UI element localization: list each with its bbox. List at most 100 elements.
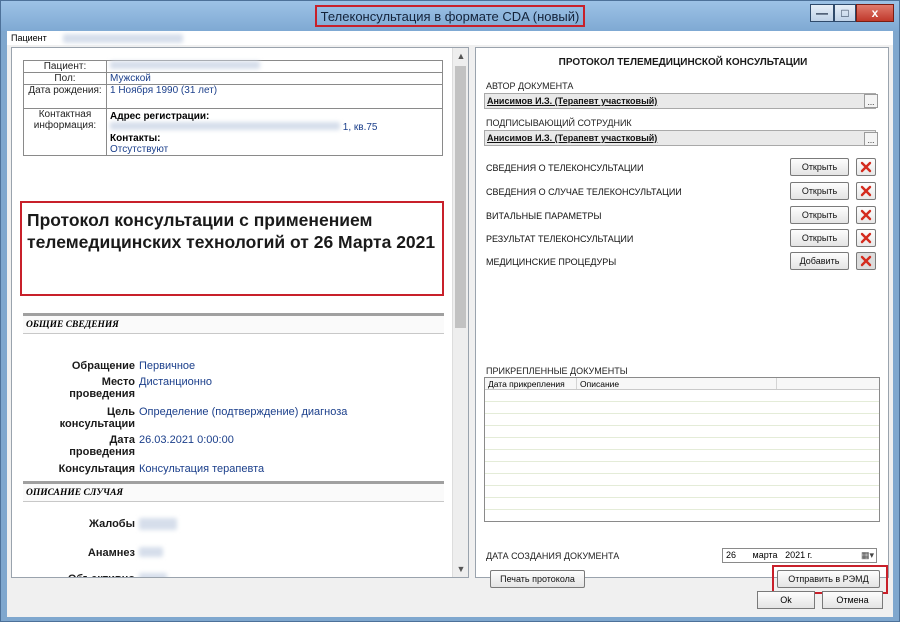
cancel-button[interactable]: Отмена [822, 591, 883, 609]
grid-row[interactable] [485, 450, 879, 462]
row-key: Место проведения [69, 376, 135, 400]
address-redacted [110, 122, 340, 130]
row-value: Первичное [139, 360, 196, 372]
print-protocol-button[interactable]: Печать протокола [490, 570, 585, 588]
patient-strip-label: Пациент [11, 33, 47, 43]
case-section: ОПИСАНИЕ СЛУЧАЯ [23, 481, 444, 502]
author-label: АВТОР ДОКУМЕНТА [486, 81, 574, 91]
row-key: Анамнез [87, 547, 135, 559]
creation-date-label: ДАТА СОЗДАНИЯ ДОКУМЕНТА [486, 551, 620, 561]
date-year[interactable]: 2021 г. [785, 550, 812, 560]
grid-row[interactable] [485, 438, 879, 450]
patient-info-table: Пациент: Пол: Мужской Дата рождения: 1 Н… [23, 60, 443, 156]
document-preview[interactable]: Пациент: Пол: Мужской Дата рождения: 1 Н… [11, 47, 469, 578]
scroll-thumb[interactable] [455, 66, 466, 328]
grid-row[interactable] [485, 498, 879, 510]
info-value: Мужской [106, 72, 443, 85]
document-scrollbar[interactable]: ▲ ▼ [452, 48, 468, 577]
row-key: Дата проведения [69, 434, 135, 458]
contact-row: Контактная информация: Адрес регистрации… [23, 108, 443, 156]
delete-icon[interactable] [856, 206, 876, 224]
info-value [106, 60, 443, 73]
info-key: Пол: [23, 72, 107, 85]
contacts-value: Отсутствуют [110, 144, 169, 155]
calendar-dropdown-icon[interactable]: ▦▾ [861, 550, 874, 561]
open-section-button[interactable]: Открыть [790, 158, 849, 176]
signer-field[interactable]: Анисимов И.З. (Терапевт участковый) [484, 130, 876, 146]
scroll-up-arrow-icon[interactable]: ▲ [453, 48, 468, 64]
info-key: Пациент: [23, 60, 107, 73]
address-value: 1, кв.75 [342, 122, 378, 133]
signer-label: ПОДПИСЫВАЮЩИЙ СОТРУДНИК [486, 118, 632, 128]
grid-row[interactable] [485, 402, 879, 414]
contact-value: Адрес регистрации: 1, кв.75 Контакты: От… [106, 108, 443, 156]
protocol-heading: ПРОТОКОЛ ТЕЛЕМЕДИЦИНСКОЙ КОНСУЛЬТАЦИИ [558, 57, 808, 68]
protocol-panel: ПРОТОКОЛ ТЕЛЕМЕДИЦИНСКОЙ КОНСУЛЬТАЦИИ АВ… [475, 47, 889, 594]
section-label: МЕДИЦИНСКИЕ ПРОЦЕДУРЫ [486, 257, 617, 267]
objective-redacted [139, 573, 167, 577]
author-select-button[interactable]: ... [864, 94, 878, 108]
minimize-button[interactable]: — [810, 4, 834, 22]
delete-icon[interactable] [856, 182, 876, 200]
grid-column-header[interactable]: Дата прикрепления [485, 378, 577, 389]
delete-icon[interactable] [856, 229, 876, 247]
grid-row[interactable] [485, 486, 879, 498]
grid-row[interactable] [485, 426, 879, 438]
close-button[interactable]: x [856, 4, 894, 22]
date-month[interactable]: марта [753, 550, 778, 560]
maximize-button[interactable]: □ [834, 4, 856, 22]
birthdate-row: Дата рождения: 1 Ноября 1990 (31 лет) [23, 84, 443, 109]
row-key: Цель консультации [59, 406, 135, 430]
complaints-redacted [139, 518, 177, 530]
grid-header: Дата прикрепления Описание [485, 378, 879, 390]
add-procedure-button[interactable]: Добавить [790, 252, 849, 270]
grid-column-header[interactable]: Описание [577, 378, 777, 389]
section-label: СВЕДЕНИЯ О ТЕЛЕКОНСУЛЬТАЦИИ [486, 163, 644, 173]
patient-name-redacted [110, 61, 260, 69]
date-day[interactable]: 26 [726, 550, 750, 560]
scroll-down-arrow-icon[interactable]: ▼ [453, 561, 468, 577]
info-key: Контактная информация: [23, 108, 107, 156]
grid-row[interactable] [485, 462, 879, 474]
general-section-title: ОБЩИЕ СВЕДЕНИЯ [23, 313, 444, 334]
row-key: Жалобы [89, 518, 135, 530]
document-title: Протокол консультации с применением теле… [20, 201, 444, 296]
send-to-remd-button[interactable]: Отправить в РЭМД [777, 570, 880, 588]
patient-name-redacted [63, 34, 184, 44]
anamnesis-redacted [139, 547, 163, 557]
document-content: Пациент: Пол: Мужской Дата рождения: 1 Н… [12, 48, 452, 577]
patient-strip: Пациент [7, 31, 893, 45]
patient-row: Пациент: [23, 60, 443, 73]
attached-docs-grid[interactable]: Дата прикрепления Описание [484, 377, 880, 522]
contacts-label: Контакты: [110, 133, 161, 144]
title-bar[interactable]: Телеконсультация в формате CDA (новый) —… [1, 1, 899, 31]
signer-select-button[interactable]: ... [864, 132, 878, 146]
creation-date-picker[interactable]: 26 марта 2021 г. ▦▾ [722, 548, 877, 563]
section-label: СВЕДЕНИЯ О СЛУЧАЕ ТЕЛЕКОНСУЛЬТАЦИИ [486, 187, 682, 197]
open-section-button[interactable]: Открыть [790, 229, 849, 247]
general-section: ОБЩИЕ СВЕДЕНИЯ [23, 313, 444, 334]
row-key: Обращение [71, 360, 135, 372]
section-label: ВИТАЛЬНЫЕ ПАРАМЕТРЫ [486, 211, 602, 221]
row-value: Консультация терапевта [139, 463, 265, 475]
info-key: Дата рождения: [23, 84, 107, 109]
grid-column-header [777, 378, 879, 389]
row-value: Дистанционно [139, 376, 213, 388]
address-label: Адрес регистрации: [110, 111, 210, 122]
row-value: 26.03.2021 0:00:00 [139, 434, 234, 446]
sex-row: Пол: Мужской [23, 72, 443, 85]
dialog-body: Пациент Пациент: Пол: Мужской Дата рожде… [7, 31, 893, 617]
grid-row[interactable] [485, 474, 879, 486]
open-section-button[interactable]: Открыть [790, 206, 849, 224]
window-title: Телеконсультация в формате CDA (новый) [315, 5, 585, 27]
delete-icon[interactable] [856, 252, 876, 270]
grid-row[interactable] [485, 390, 879, 402]
open-section-button[interactable]: Открыть [790, 182, 849, 200]
case-section-title: ОПИСАНИЕ СЛУЧАЯ [23, 481, 444, 502]
row-key: Консультация [58, 463, 135, 475]
row-key: Объективно [23, 573, 135, 577]
delete-icon[interactable] [856, 158, 876, 176]
grid-row[interactable] [485, 414, 879, 426]
author-field[interactable]: Анисимов И.З. (Терапевт участковый) [484, 93, 876, 109]
ok-button[interactable]: Ok [757, 591, 815, 609]
